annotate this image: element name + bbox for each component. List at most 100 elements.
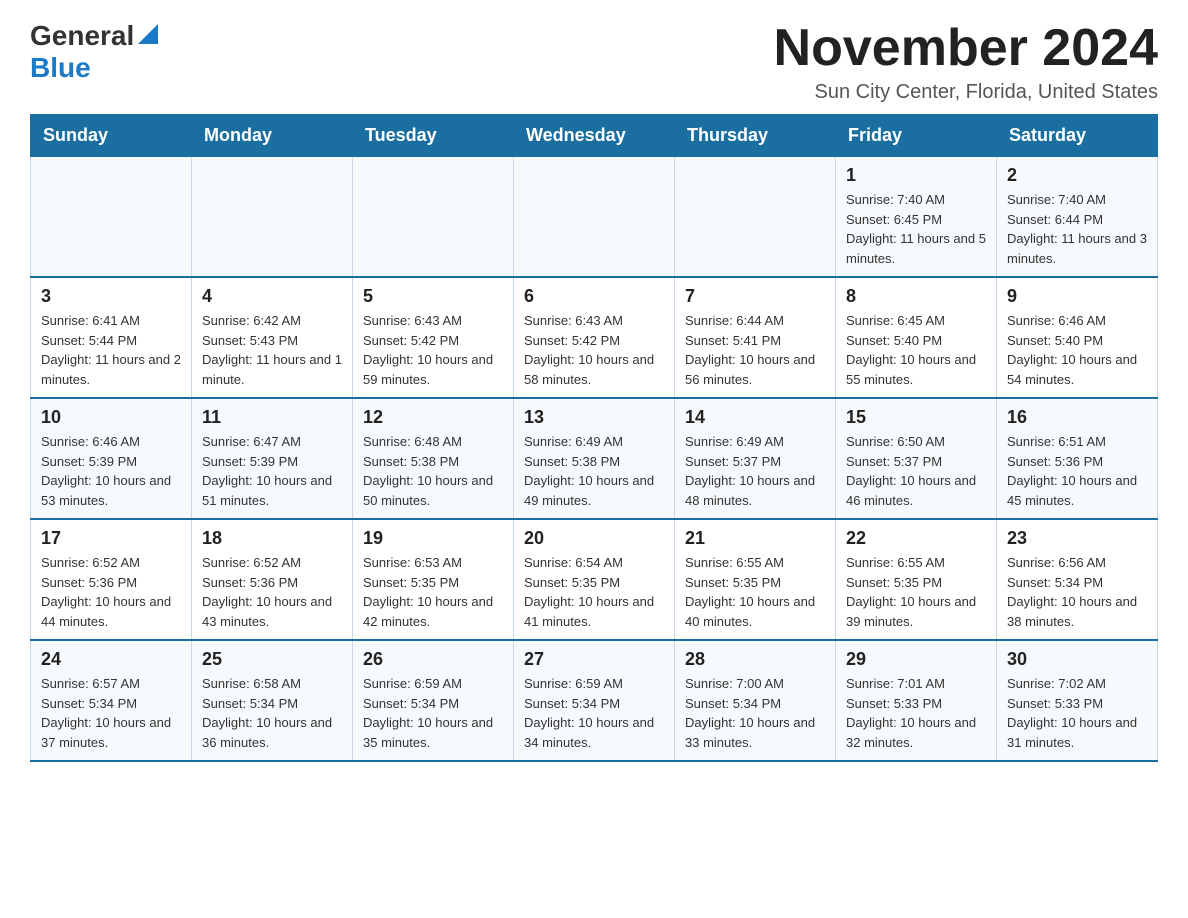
day-number: 16 <box>1007 407 1147 428</box>
day-number: 5 <box>363 286 503 307</box>
day-number: 26 <box>363 649 503 670</box>
day-number: 20 <box>524 528 664 549</box>
day-number: 28 <box>685 649 825 670</box>
day-info: Sunrise: 6:46 AM Sunset: 5:39 PM Dayligh… <box>41 432 181 510</box>
calendar-cell: 24 Sunrise: 6:57 AM Sunset: 5:34 PM Dayli… <box>31 640 192 761</box>
day-info: Sunrise: 6:59 AM Sunset: 5:34 PM Dayligh… <box>363 674 503 752</box>
day-number: 4 <box>202 286 342 307</box>
day-info: Sunrise: 6:52 AM Sunset: 5:36 PM Dayligh… <box>202 553 342 631</box>
week-row-3: 10 Sunrise: 6:46 AM Sunset: 5:39 PM Dayli… <box>31 398 1158 519</box>
day-info: Sunrise: 6:47 AM Sunset: 5:39 PM Dayligh… <box>202 432 342 510</box>
day-info: Sunrise: 6:58 AM Sunset: 5:34 PM Dayligh… <box>202 674 342 752</box>
calendar-cell: 28Sunrise: 7:00 AM Sunset: 5:34 PM Dayli… <box>675 640 836 761</box>
day-number: 21 <box>685 528 825 549</box>
day-number: 22 <box>846 528 986 549</box>
calendar-cell: 4 Sunrise: 6:42 AM Sunset: 5:43 PM Daylig… <box>192 277 353 398</box>
weekday-header-sunday: Sunday <box>31 115 192 157</box>
day-number: 2 <box>1007 165 1147 186</box>
day-number: 14 <box>685 407 825 428</box>
logo: General Blue <box>30 20 158 84</box>
weekday-header-thursday: Thursday <box>675 115 836 157</box>
calendar-cell <box>353 157 514 278</box>
calendar-cell <box>31 157 192 278</box>
title-block: November 2024 Sun City Center, Florida, … <box>774 20 1158 104</box>
day-info: Sunrise: 6:49 AM Sunset: 5:37 PM Dayligh… <box>685 432 825 510</box>
day-number: 23 <box>1007 528 1147 549</box>
calendar-cell: 8 Sunrise: 6:45 AM Sunset: 5:40 PM Daylig… <box>836 277 997 398</box>
page-header: General Blue November 2024 Sun City Cent… <box>30 20 1158 104</box>
week-row-4: 17Sunrise: 6:52 AM Sunset: 5:36 PM Dayli… <box>31 519 1158 640</box>
weekday-header-saturday: Saturday <box>997 115 1158 157</box>
day-info: Sunrise: 6:51 AM Sunset: 5:36 PM Dayligh… <box>1007 432 1147 510</box>
calendar-cell: 11 Sunrise: 6:47 AM Sunset: 5:39 PM Dayli… <box>192 398 353 519</box>
calendar-cell: 16 Sunrise: 6:51 AM Sunset: 5:36 PM Dayli… <box>997 398 1158 519</box>
calendar-cell: 13 Sunrise: 6:49 AM Sunset: 5:38 PM Dayli… <box>514 398 675 519</box>
calendar-cell: 1Sunrise: 7:40 AM Sunset: 6:45 PM Daylig… <box>836 157 997 278</box>
weekday-header-row: SundayMondayTuesdayWednesdayThursdayFrid… <box>31 115 1158 157</box>
day-number: 8 <box>846 286 986 307</box>
calendar-cell: 10 Sunrise: 6:46 AM Sunset: 5:39 PM Dayli… <box>31 398 192 519</box>
calendar-cell: 7 Sunrise: 6:44 AM Sunset: 5:41 PM Daylig… <box>675 277 836 398</box>
calendar-cell: 23 Sunrise: 6:56 AM Sunset: 5:34 PM Dayli… <box>997 519 1158 640</box>
day-number: 12 <box>363 407 503 428</box>
day-number: 19 <box>363 528 503 549</box>
day-info: Sunrise: 6:55 AM Sunset: 5:35 PM Dayligh… <box>846 553 986 631</box>
week-row-1: 1Sunrise: 7:40 AM Sunset: 6:45 PM Daylig… <box>31 157 1158 278</box>
day-number: 6 <box>524 286 664 307</box>
day-number: 9 <box>1007 286 1147 307</box>
day-number: 7 <box>685 286 825 307</box>
day-info: Sunrise: 6:42 AM Sunset: 5:43 PM Dayligh… <box>202 311 342 389</box>
day-number: 24 <box>41 649 181 670</box>
day-info: Sunrise: 6:49 AM Sunset: 5:38 PM Dayligh… <box>524 432 664 510</box>
calendar-cell: 15Sunrise: 6:50 AM Sunset: 5:37 PM Dayli… <box>836 398 997 519</box>
day-info: Sunrise: 6:46 AM Sunset: 5:40 PM Dayligh… <box>1007 311 1147 389</box>
day-number: 13 <box>524 407 664 428</box>
calendar-table: SundayMondayTuesdayWednesdayThursdayFrid… <box>30 114 1158 762</box>
day-info: Sunrise: 6:45 AM Sunset: 5:40 PM Dayligh… <box>846 311 986 389</box>
day-info: Sunrise: 6:53 AM Sunset: 5:35 PM Dayligh… <box>363 553 503 631</box>
day-number: 27 <box>524 649 664 670</box>
day-number: 10 <box>41 407 181 428</box>
day-info: Sunrise: 7:40 AM Sunset: 6:45 PM Dayligh… <box>846 190 986 268</box>
calendar-cell: 9 Sunrise: 6:46 AM Sunset: 5:40 PM Daylig… <box>997 277 1158 398</box>
weekday-header-tuesday: Tuesday <box>353 115 514 157</box>
week-row-2: 3Sunrise: 6:41 AM Sunset: 5:44 PM Daylig… <box>31 277 1158 398</box>
calendar-cell: 29 Sunrise: 7:01 AM Sunset: 5:33 PM Dayli… <box>836 640 997 761</box>
day-info: Sunrise: 6:57 AM Sunset: 5:34 PM Dayligh… <box>41 674 181 752</box>
calendar-cell: 26 Sunrise: 6:59 AM Sunset: 5:34 PM Dayli… <box>353 640 514 761</box>
day-number: 30 <box>1007 649 1147 670</box>
day-info: Sunrise: 6:48 AM Sunset: 5:38 PM Dayligh… <box>363 432 503 510</box>
day-info: Sunrise: 6:52 AM Sunset: 5:36 PM Dayligh… <box>41 553 181 631</box>
day-info: Sunrise: 6:56 AM Sunset: 5:34 PM Dayligh… <box>1007 553 1147 631</box>
calendar-cell: 21Sunrise: 6:55 AM Sunset: 5:35 PM Dayli… <box>675 519 836 640</box>
calendar-subtitle: Sun City Center, Florida, United States <box>774 81 1158 104</box>
week-row-5: 24 Sunrise: 6:57 AM Sunset: 5:34 PM Dayli… <box>31 640 1158 761</box>
logo-general-text: General <box>30 20 134 52</box>
calendar-cell: 17Sunrise: 6:52 AM Sunset: 5:36 PM Dayli… <box>31 519 192 640</box>
calendar-cell: 19 Sunrise: 6:53 AM Sunset: 5:35 PM Dayli… <box>353 519 514 640</box>
day-info: Sunrise: 6:54 AM Sunset: 5:35 PM Dayligh… <box>524 553 664 631</box>
weekday-header-monday: Monday <box>192 115 353 157</box>
calendar-cell <box>514 157 675 278</box>
calendar-cell: 14 Sunrise: 6:49 AM Sunset: 5:37 PM Dayli… <box>675 398 836 519</box>
calendar-cell: 3Sunrise: 6:41 AM Sunset: 5:44 PM Daylig… <box>31 277 192 398</box>
calendar-cell: 2Sunrise: 7:40 AM Sunset: 6:44 PM Daylig… <box>997 157 1158 278</box>
day-info: Sunrise: 6:44 AM Sunset: 5:41 PM Dayligh… <box>685 311 825 389</box>
day-number: 25 <box>202 649 342 670</box>
calendar-cell: 5Sunrise: 6:43 AM Sunset: 5:42 PM Daylig… <box>353 277 514 398</box>
calendar-cell: 20 Sunrise: 6:54 AM Sunset: 5:35 PM Dayli… <box>514 519 675 640</box>
calendar-cell: 18 Sunrise: 6:52 AM Sunset: 5:36 PM Dayli… <box>192 519 353 640</box>
weekday-header-friday: Friday <box>836 115 997 157</box>
day-info: Sunrise: 7:01 AM Sunset: 5:33 PM Dayligh… <box>846 674 986 752</box>
day-info: Sunrise: 6:43 AM Sunset: 5:42 PM Dayligh… <box>524 311 664 389</box>
weekday-header-wednesday: Wednesday <box>514 115 675 157</box>
day-number: 18 <box>202 528 342 549</box>
day-info: Sunrise: 6:50 AM Sunset: 5:37 PM Dayligh… <box>846 432 986 510</box>
day-number: 29 <box>846 649 986 670</box>
day-number: 3 <box>41 286 181 307</box>
calendar-cell <box>675 157 836 278</box>
day-number: 11 <box>202 407 342 428</box>
calendar-cell: 22 Sunrise: 6:55 AM Sunset: 5:35 PM Dayli… <box>836 519 997 640</box>
calendar-cell <box>192 157 353 278</box>
calendar-cell: 30Sunrise: 7:02 AM Sunset: 5:33 PM Dayli… <box>997 640 1158 761</box>
